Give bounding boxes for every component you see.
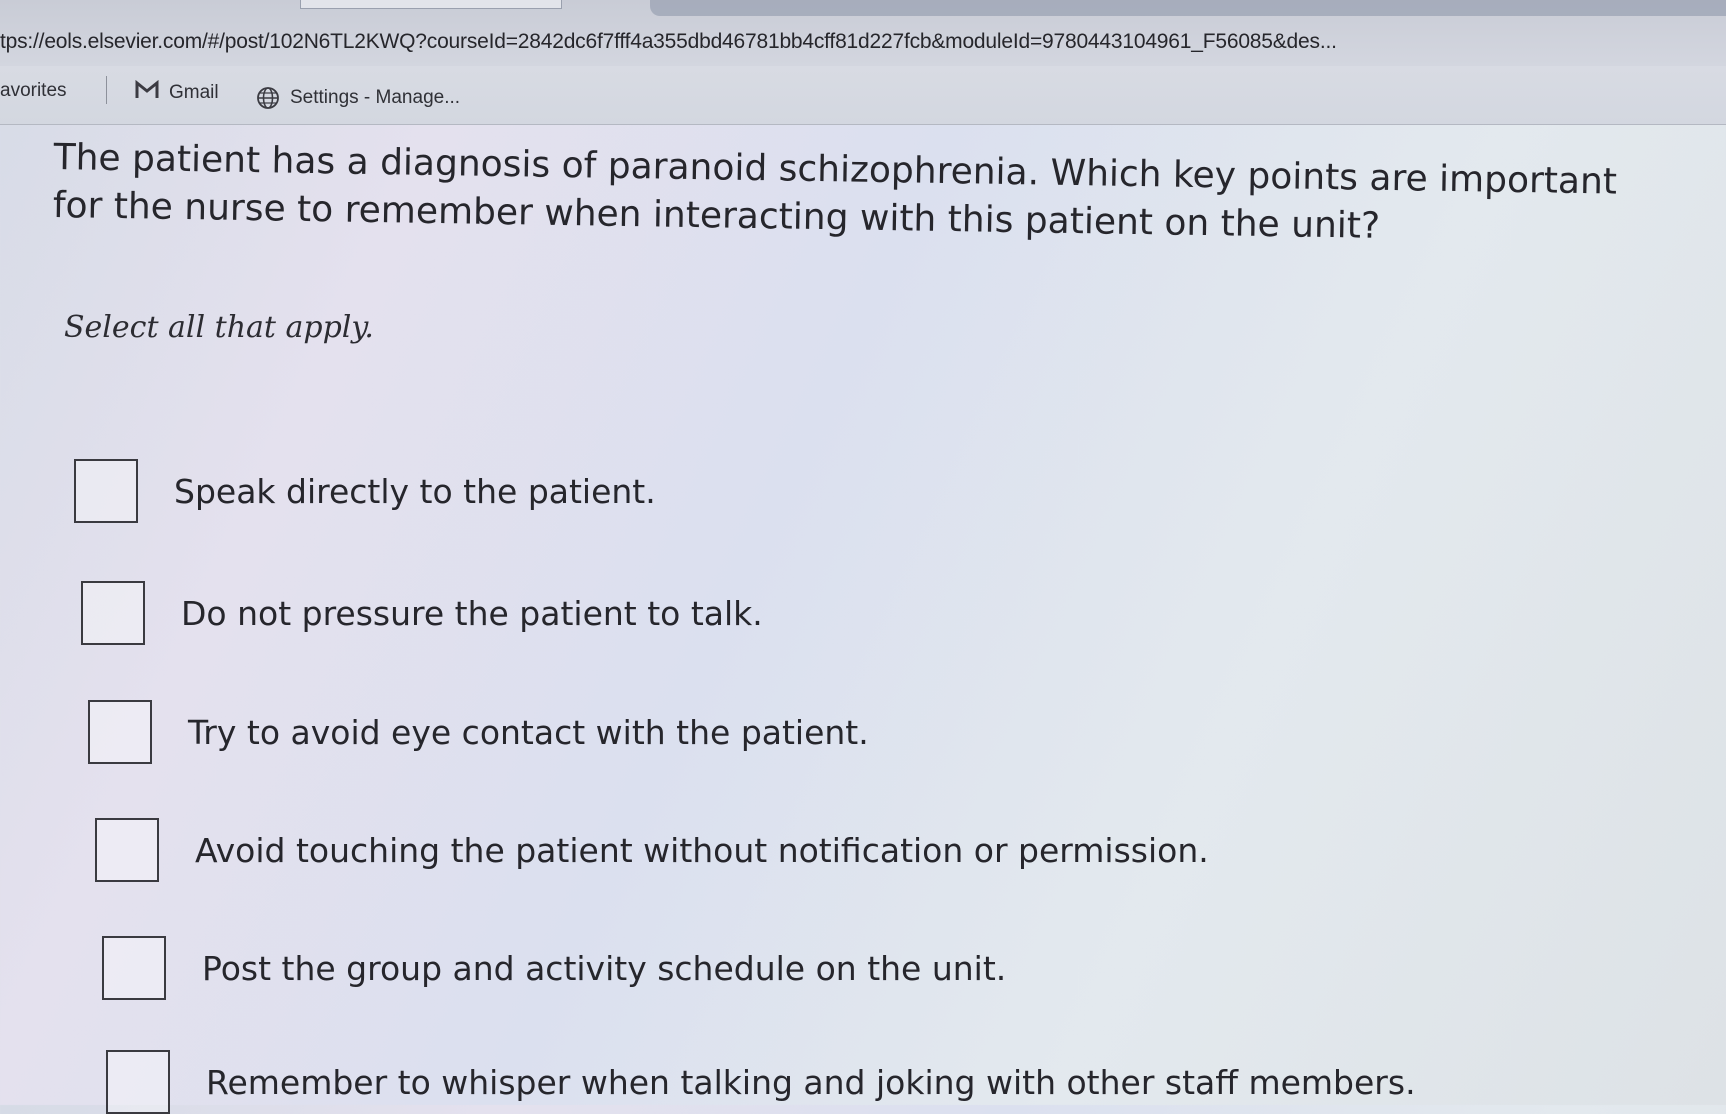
bookmark-favorites[interactable]: avorites xyxy=(0,80,67,102)
option-label: Try to avoid eye contact with the patien… xyxy=(188,712,869,752)
bookmark-label: avorites xyxy=(0,80,67,101)
option-label: Do not pressure the patient to talk. xyxy=(181,593,763,633)
answer-option[interactable]: Post the group and activity schedule on … xyxy=(102,936,1006,1000)
bookmark-divider xyxy=(106,76,107,104)
option-label: Remember to whisper when talking and jok… xyxy=(206,1062,1416,1102)
option-label: Post the group and activity schedule on … xyxy=(202,948,1007,988)
browser-tab[interactable] xyxy=(300,0,562,9)
bookmark-label: Settings - Manage... xyxy=(290,87,461,108)
bookmark-gmail[interactable]: Gmail xyxy=(135,79,219,106)
bookmark-settings[interactable]: Settings - Manage... xyxy=(256,86,460,110)
option-checkbox[interactable] xyxy=(106,1050,170,1114)
option-label: Avoid touching the patient without notif… xyxy=(195,830,1209,870)
gmail-icon xyxy=(135,79,159,106)
option-label: Speak directly to the patient. xyxy=(174,471,656,511)
bookmark-label: Gmail xyxy=(169,82,219,103)
answer-option[interactable]: Avoid touching the patient without notif… xyxy=(95,818,1209,882)
option-checkbox[interactable] xyxy=(102,936,166,1000)
answer-option[interactable]: Do not pressure the patient to talk. xyxy=(81,581,763,645)
option-checkbox[interactable] xyxy=(95,818,159,882)
option-checkbox[interactable] xyxy=(74,459,138,523)
option-checkbox[interactable] xyxy=(81,581,145,645)
window-frame-edge xyxy=(650,0,1726,16)
question-instruction: Select all that apply. xyxy=(64,310,374,345)
answer-option[interactable]: Try to avoid eye contact with the patien… xyxy=(88,700,869,764)
answer-option[interactable]: Remember to whisper when talking and jok… xyxy=(106,1050,1416,1114)
globe-icon xyxy=(256,86,280,110)
question-text: The patient has a diagnosis of paranoid … xyxy=(52,136,1618,247)
answer-option[interactable]: Speak directly to the patient. xyxy=(74,459,656,523)
url-field[interactable]: tps://eols.elsevier.com/#/post/102N6TL2K… xyxy=(0,30,1420,54)
option-checkbox[interactable] xyxy=(88,700,152,764)
